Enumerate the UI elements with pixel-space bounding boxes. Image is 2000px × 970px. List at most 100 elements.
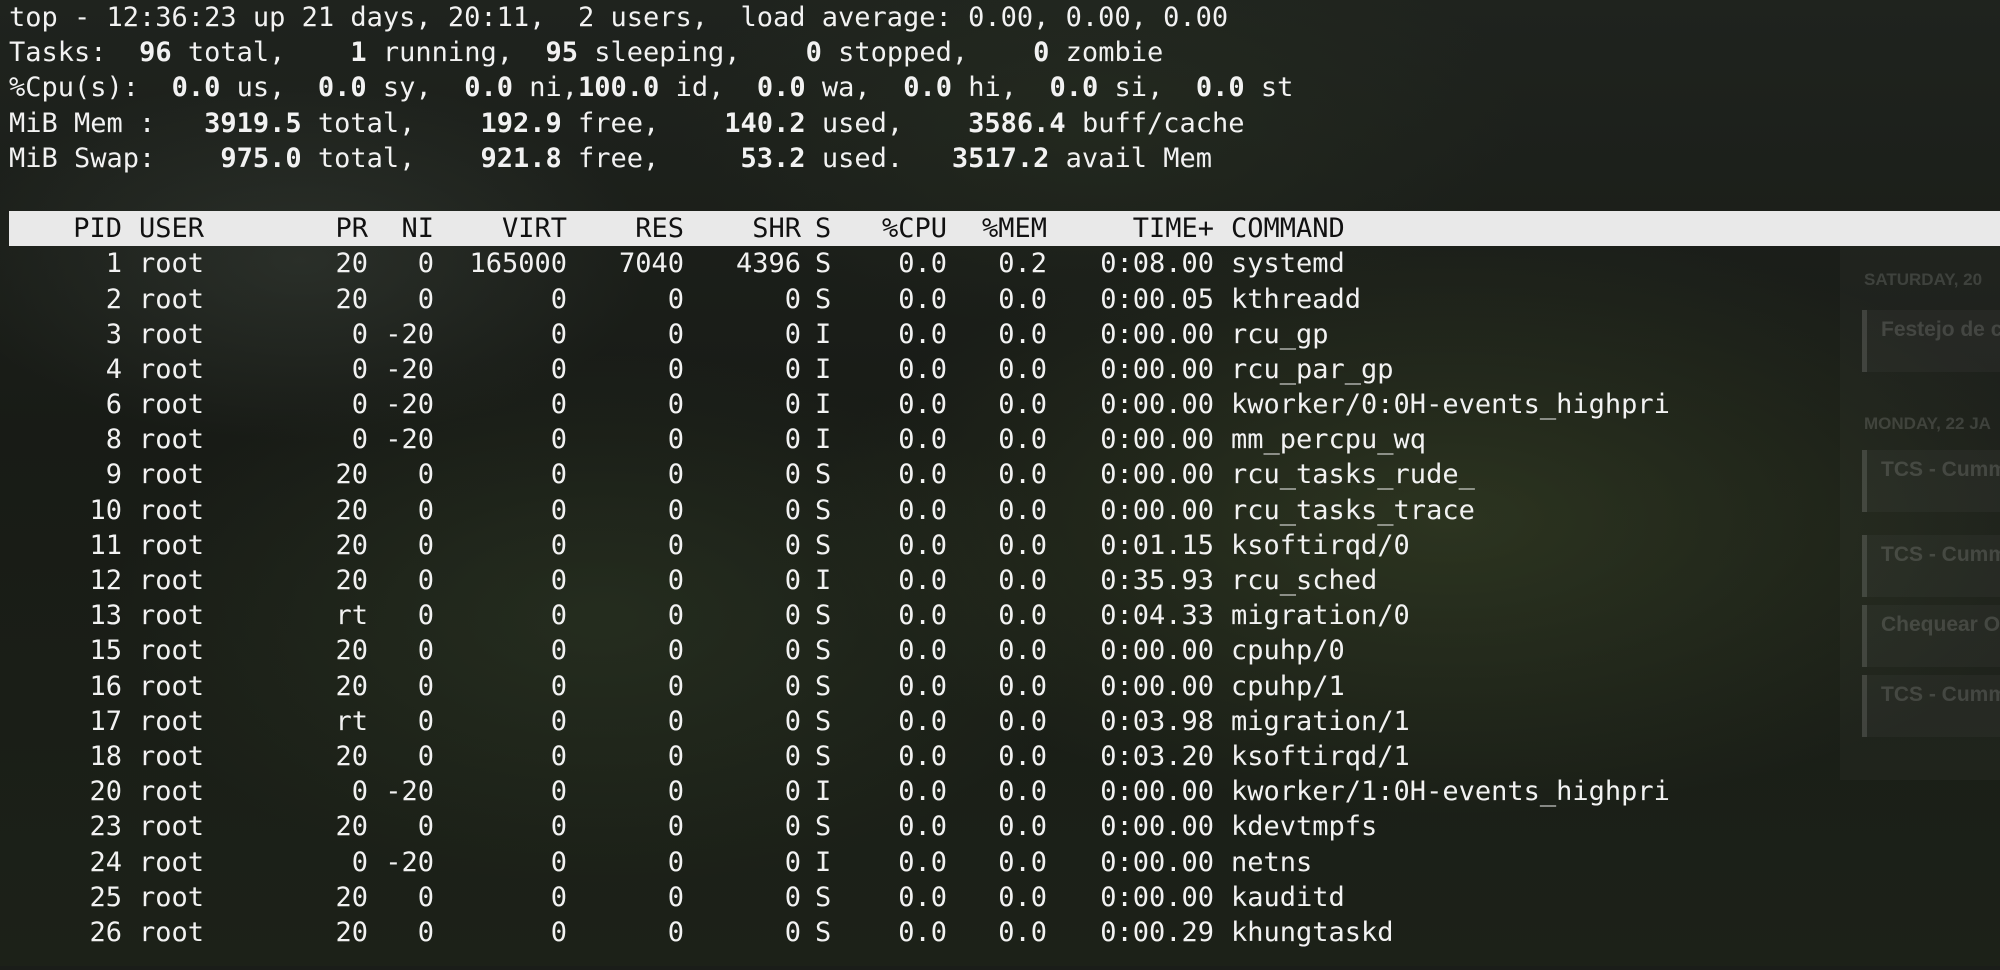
column-header-time[interactable]: TIME+	[1047, 211, 1214, 246]
process-row[interactable]: 9 root 20 0 0 0 0 S 0.0 0.0 0:00.00 rcu_tasks_rude_	[9, 457, 2000, 492]
column-header-ni[interactable]: NI	[368, 211, 434, 246]
column-header-pid[interactable]: PID	[9, 211, 122, 246]
column-header-user[interactable]: USER	[122, 211, 284, 246]
column-header-state[interactable]: S	[801, 211, 862, 246]
process-row[interactable]: 6 root 0 -20 0 0 0 I 0.0 0.0 0:00.00 kworker/0:0H-e…	[9, 387, 2000, 422]
column-header-pr[interactable]: PR	[284, 211, 368, 246]
ni-cell: 0	[417, 811, 434, 843]
cpu-cell: 0.0	[898, 565, 947, 596]
user-cell: root	[139, 600, 205, 632]
shr-cell: 0	[784, 600, 801, 632]
column-header-shr[interactable]: SHR	[684, 211, 801, 246]
summary-tasks-line: Tasks: 96 total, 1 running, 95 sleeping,…	[9, 37, 1164, 69]
virt-cell: 0	[550, 776, 567, 808]
res-cell: 0	[667, 353, 684, 385]
state-cell: I	[815, 846, 832, 878]
time-cell: 0:03.20	[1100, 740, 1214, 772]
process-row[interactable]: 25 root 20 0 0 0 0 S 0.0 0.0 0:00.00 kauditd	[9, 880, 2000, 915]
command-cell: kworker/1:0H-events_highpri	[1231, 776, 1670, 808]
ni-cell: 0	[417, 248, 434, 280]
process-row[interactable]: 23 root 20 0 0 0 0 S 0.0 0.0 0:00.00 kdevtmpfs	[9, 809, 2000, 844]
process-row[interactable]: 24 root 0 -20 0 0 0 I 0.0 0.0 0:00.00 netns	[9, 845, 2000, 880]
process-row[interactable]: 2 root 20 0 0 0 0 S 0.0 0.0 0:00.05 kthreadd	[9, 282, 2000, 317]
ni-cell: 0	[417, 705, 434, 737]
user-cell: root	[139, 389, 205, 421]
mem-cell: 0.0	[998, 670, 1047, 702]
user-cell: root	[139, 881, 205, 913]
ni-cell: 0	[417, 459, 434, 491]
column-header-virt[interactable]: VIRT	[434, 211, 567, 246]
column-header-command[interactable]: COMMAND	[1214, 211, 1345, 246]
shr-cell: 0	[784, 529, 801, 561]
mem-cell: 0.0	[998, 846, 1047, 878]
process-row[interactable]: 20 root 0 -20 0 0 0 I 0.0 0.0 0:00.00 kworker/1:0H-…	[9, 774, 2000, 809]
time-cell: 0:00.00	[1100, 459, 1214, 491]
time-cell: 0:00.29	[1100, 916, 1214, 948]
res-cell: 0	[667, 424, 684, 456]
shr-cell: 4396	[735, 248, 801, 280]
command-cell: khungtaskd	[1231, 916, 1394, 948]
mem-cell: 0.0	[998, 705, 1047, 737]
process-row[interactable]: 12 root 20 0 0 0 0 I 0.0 0.0 0:35.93 rcu_sched	[9, 563, 2000, 598]
pr-cell: 20	[335, 811, 368, 843]
time-cell: 0:00.00	[1100, 881, 1214, 913]
virt-cell: 0	[550, 635, 567, 667]
ni-cell: -20	[385, 353, 434, 385]
pr-cell: 0	[351, 846, 368, 878]
pr-cell: rt	[335, 600, 368, 632]
process-row[interactable]: 13 root rt 0 0 0 0 S 0.0 0.0 0:04.33 migration/0	[9, 598, 2000, 633]
state-cell: S	[815, 740, 832, 772]
state-cell: S	[815, 600, 832, 632]
state-cell: S	[815, 283, 832, 315]
shr-cell: 0	[784, 565, 801, 596]
res-cell: 0	[667, 776, 684, 808]
column-header-res[interactable]: RES	[567, 211, 684, 246]
process-row[interactable]: 17 root rt 0 0 0 0 S 0.0 0.0 0:03.98 migration/1	[9, 704, 2000, 739]
process-row[interactable]: 4 root 0 -20 0 0 0 I 0.0 0.0 0:00.00 rcu_par_gp	[9, 352, 2000, 387]
state-cell: S	[815, 494, 832, 526]
cpu-cell: 0.0	[898, 740, 947, 772]
shr-cell: 0	[784, 740, 801, 772]
state-cell: S	[815, 811, 832, 843]
cpu-cell: 0.0	[898, 811, 947, 843]
process-row[interactable]: 18 root 20 0 0 0 0 S 0.0 0.0 0:03.20 ksoftirqd/1	[9, 739, 2000, 774]
cpu-cell: 0.0	[898, 881, 947, 913]
shr-cell: 0	[784, 916, 801, 948]
virt-cell: 0	[550, 881, 567, 913]
pr-cell: 20	[335, 740, 368, 772]
virt-cell: 0	[550, 705, 567, 737]
process-row[interactable]: 26 root 20 0 0 0 0 S 0.0 0.0 0:00.29 khungtaskd	[9, 915, 2000, 950]
user-cell: root	[139, 811, 205, 843]
process-row[interactable]: 3 root 0 -20 0 0 0 I 0.0 0.0 0:00.00 rcu_gp	[9, 317, 2000, 352]
mem-cell: 0.0	[998, 459, 1047, 491]
pr-cell: 20	[335, 635, 368, 667]
time-cell: 0:00.00	[1100, 635, 1214, 667]
cpu-cell: 0.0	[898, 846, 947, 878]
mem-cell: 0.0	[998, 916, 1047, 948]
shr-cell: 0	[784, 459, 801, 491]
ni-cell: -20	[385, 424, 434, 456]
process-row[interactable]: 8 root 0 -20 0 0 0 I 0.0 0.0 0:00.00 mm_percpu_wq	[9, 422, 2000, 457]
process-row[interactable]: 1 root 20 0 165000 7040 4396 S 0.0 0.2 0:08.00 syst…	[9, 246, 2000, 281]
pid-cell: 16	[89, 670, 122, 702]
mem-cell: 0.0	[998, 776, 1047, 808]
process-row[interactable]: 10 root 20 0 0 0 0 S 0.0 0.0 0:00.00 rcu_tasks_trac…	[9, 493, 2000, 528]
process-row[interactable]: 11 root 20 0 0 0 0 S 0.0 0.0 0:01.15 ksoftirqd/0	[9, 528, 2000, 563]
user-cell: root	[139, 670, 205, 702]
mem-cell: 0.0	[998, 353, 1047, 385]
res-cell: 0	[667, 494, 684, 526]
column-header-mem[interactable]: %MEM	[947, 211, 1047, 246]
terminal-window[interactable]: top - 12:36:23 up 21 days, 20:11, 2 user…	[9, 0, 2000, 966]
mem-cell: 0.0	[998, 424, 1047, 456]
pid-cell: 12	[89, 565, 122, 596]
user-cell: root	[139, 248, 205, 280]
column-header-cpu[interactable]: %CPU	[862, 211, 947, 246]
process-row[interactable]: 15 root 20 0 0 0 0 S 0.0 0.0 0:00.00 cpuhp/0	[9, 633, 2000, 668]
ni-cell: 0	[417, 565, 434, 596]
cpu-cell: 0.0	[898, 529, 947, 561]
process-row[interactable]: 16 root 20 0 0 0 0 S 0.0 0.0 0:00.00 cpuhp/1	[9, 669, 2000, 704]
shr-cell: 0	[784, 670, 801, 702]
virt-cell: 0	[550, 811, 567, 843]
user-cell: root	[139, 424, 205, 456]
pid-cell: 20	[89, 776, 122, 808]
